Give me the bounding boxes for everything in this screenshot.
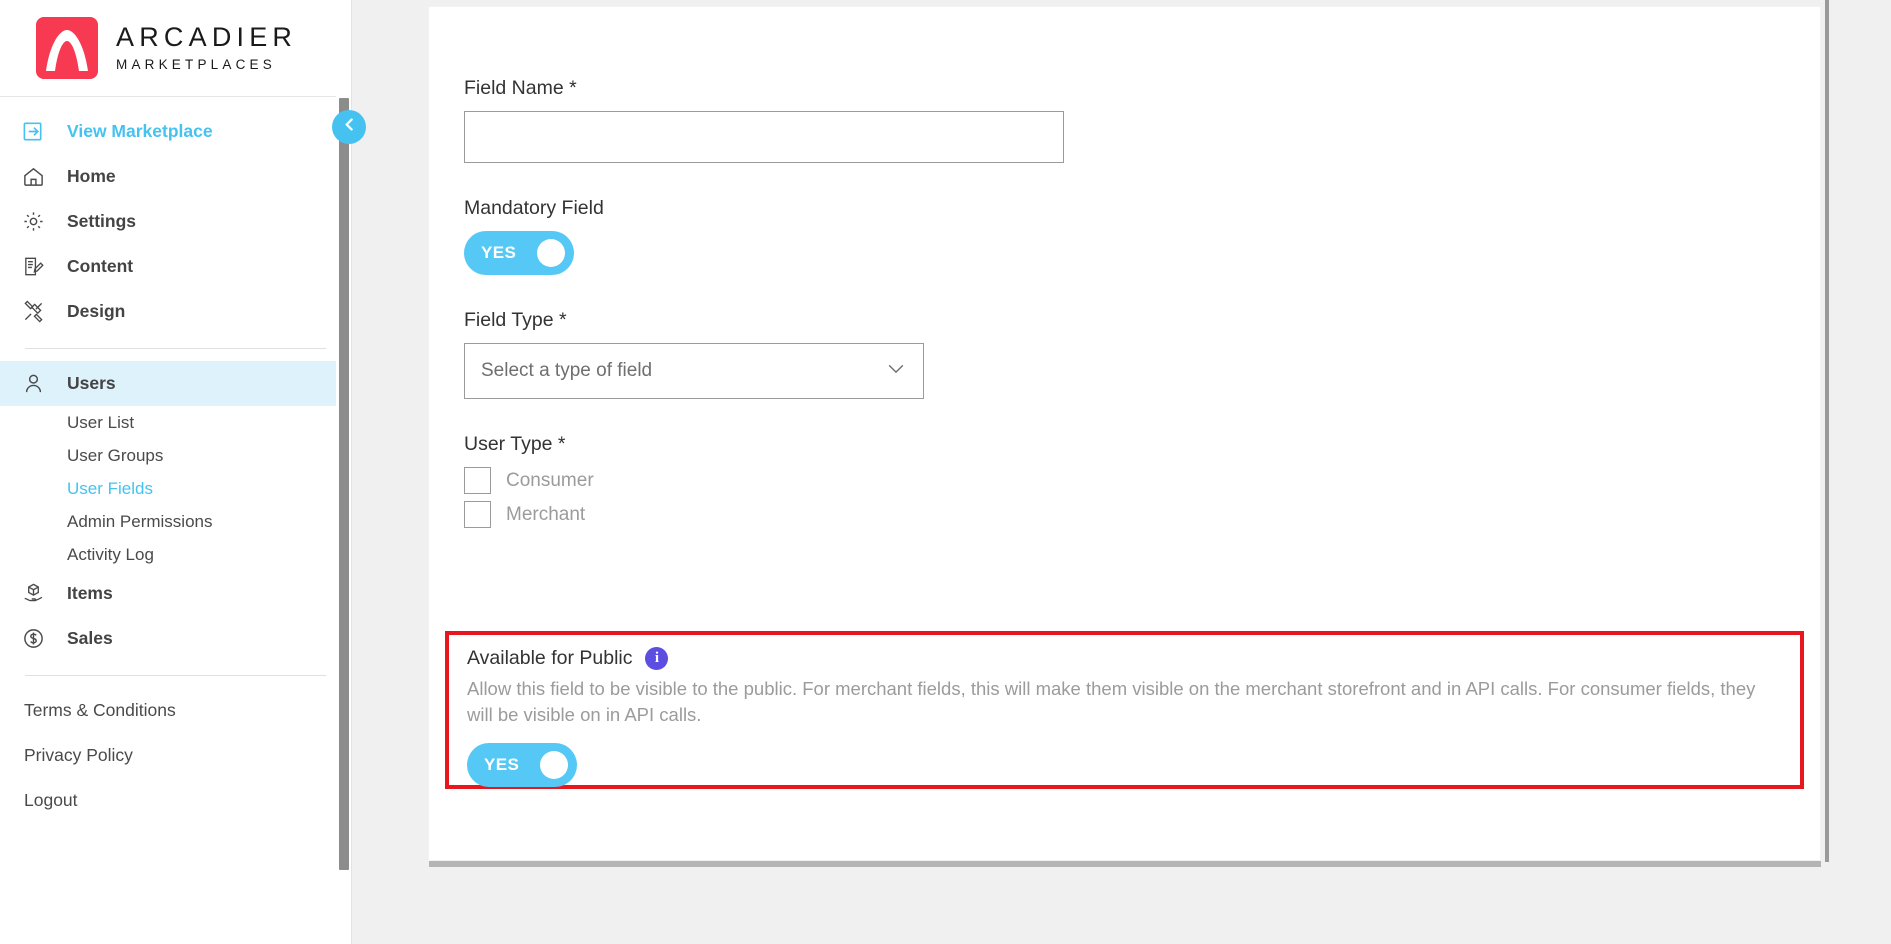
dollar-circle-icon	[22, 627, 56, 650]
package-hand-icon	[22, 582, 56, 605]
sidebar-subitem-label: Admin Permissions	[67, 511, 213, 531]
mandatory-field-toggle[interactable]: YES	[464, 231, 574, 275]
sidebar-item-label: View Marketplace	[67, 121, 213, 141]
main-content: Field Name * Mandatory Field YES Field T…	[352, 0, 1891, 944]
field-type-label: Field Type *	[464, 309, 567, 331]
mandatory-field-label: Mandatory Field	[464, 197, 604, 219]
sidebar-item-label: Sales	[67, 628, 113, 648]
footer-link-label: Logout	[24, 790, 78, 810]
footer-link-privacy[interactable]: Privacy Policy	[0, 733, 351, 778]
user-type-label: User Type *	[464, 433, 566, 455]
sidebar-item-label: Content	[67, 256, 134, 276]
sidebar-item-users[interactable]: Users	[0, 361, 351, 406]
sidebar-subitem-label: User List	[67, 412, 135, 432]
collapse-sidebar-button[interactable]	[332, 110, 366, 144]
sidebar-item-label: Settings	[67, 211, 137, 231]
available-for-public-toggle[interactable]: YES	[467, 742, 577, 787]
external-link-icon	[22, 120, 56, 143]
chevron-down-icon	[885, 358, 907, 385]
field-type-select[interactable]: Select a type of field	[464, 343, 924, 399]
info-icon[interactable]: i	[645, 647, 669, 670]
sidebar-item-content[interactable]: Content	[0, 244, 351, 289]
sidebar-item-label: Users	[67, 373, 116, 393]
toggle-knob	[537, 239, 565, 267]
sidebar-divider-top	[25, 348, 326, 349]
sidebar-subitem-user-fields[interactable]: User Fields	[0, 472, 351, 505]
sidebar-footer-links: Terms & Conditions Privacy Policy Logout	[0, 688, 351, 823]
sidebar-divider-bottom	[25, 675, 326, 676]
sidebar-subitem-user-groups[interactable]: User Groups	[0, 439, 351, 472]
sidebar-nav: View Marketplace Home Settings Content D…	[0, 97, 351, 823]
field-name-group: Field Name *	[464, 77, 1820, 163]
sidebar-item-home[interactable]: Home	[0, 154, 351, 199]
sidebar-item-label: Items	[67, 583, 113, 603]
checkbox-merchant[interactable]	[464, 501, 491, 528]
available-for-public-description: Allow this field to be visible to the pu…	[467, 678, 1756, 726]
sidebar-subitem-user-list[interactable]: User List	[0, 406, 351, 439]
user-type-group: User Type * Consumer Merchant	[464, 433, 1820, 528]
sidebar-subitem-label: Activity Log	[67, 544, 154, 564]
sidebar-subitem-activity-log[interactable]: Activity Log	[0, 538, 351, 571]
brand-wordmark: ARCADIER MARKETPLACES	[116, 24, 297, 72]
user-field-form-card: Field Name * Mandatory Field YES Field T…	[428, 6, 1821, 861]
available-for-public-label: Available for Public	[467, 647, 633, 669]
toggle-state-label: YES	[484, 754, 520, 774]
field-type-group: Field Type * Select a type of field	[464, 309, 1820, 399]
chevron-left-icon	[341, 116, 358, 138]
sidebar-item-sales[interactable]: Sales	[0, 616, 351, 661]
user-type-option-consumer[interactable]: Consumer	[464, 467, 1820, 494]
user-type-option-merchant[interactable]: Merchant	[464, 501, 1820, 528]
content-edit-icon	[22, 255, 56, 278]
footer-link-label: Privacy Policy	[24, 745, 133, 765]
mandatory-field-group: Mandatory Field YES	[464, 197, 1820, 275]
brand-name: ARCADIER	[116, 22, 298, 53]
field-name-input[interactable]	[464, 111, 1064, 163]
sidebar-item-settings[interactable]: Settings	[0, 199, 351, 244]
footer-link-logout[interactable]: Logout	[0, 778, 351, 823]
app-root: ARCADIER MARKETPLACES View Marketplace H…	[0, 0, 1891, 944]
available-for-public-header: Available for Public i	[467, 647, 1800, 670]
sidebar-item-label: Design	[67, 301, 126, 321]
toggle-state-label: YES	[481, 243, 517, 262]
checkbox-consumer[interactable]	[464, 467, 491, 494]
design-tools-icon	[22, 300, 56, 323]
sidebar-item-design[interactable]: Design	[0, 289, 351, 334]
available-for-public-section: Available for Public i Allow this field …	[445, 631, 1804, 789]
sidebar-subitem-label: User Fields	[67, 478, 153, 498]
user-icon	[22, 372, 56, 395]
sidebar-item-label: Home	[67, 166, 116, 186]
field-type-selected-value: Select a type of field	[481, 360, 653, 381]
sidebar-subitem-label: User Groups	[67, 445, 164, 465]
brand-tagline: MARKETPLACES	[116, 57, 276, 73]
arcadier-logo-icon	[36, 17, 98, 79]
sidebar-subitem-admin-permissions[interactable]: Admin Permissions	[0, 505, 351, 538]
main-horizontal-scrollbar[interactable]	[429, 861, 1821, 867]
main-vertical-scrollbar[interactable]	[1825, 0, 1829, 862]
form-body: Field Name * Mandatory Field YES Field T…	[429, 7, 1820, 528]
brand-logo[interactable]: ARCADIER MARKETPLACES	[0, 0, 351, 97]
field-name-label: Field Name *	[464, 77, 577, 99]
footer-link-terms[interactable]: Terms & Conditions	[0, 688, 351, 733]
footer-link-label: Terms & Conditions	[24, 700, 176, 720]
available-for-public-body: Available for Public i Allow this field …	[449, 635, 1800, 787]
sidebar: ARCADIER MARKETPLACES View Marketplace H…	[0, 0, 366, 944]
checkbox-label: Consumer	[506, 469, 594, 491]
sidebar-item-view-marketplace[interactable]: View Marketplace	[0, 109, 351, 154]
toggle-knob	[540, 750, 568, 779]
gear-icon	[22, 210, 56, 233]
sidebar-scrollbar-thumb[interactable]	[339, 98, 349, 870]
sidebar-item-items[interactable]: Items	[0, 571, 351, 616]
checkbox-label: Merchant	[506, 503, 586, 525]
home-icon	[22, 165, 56, 188]
